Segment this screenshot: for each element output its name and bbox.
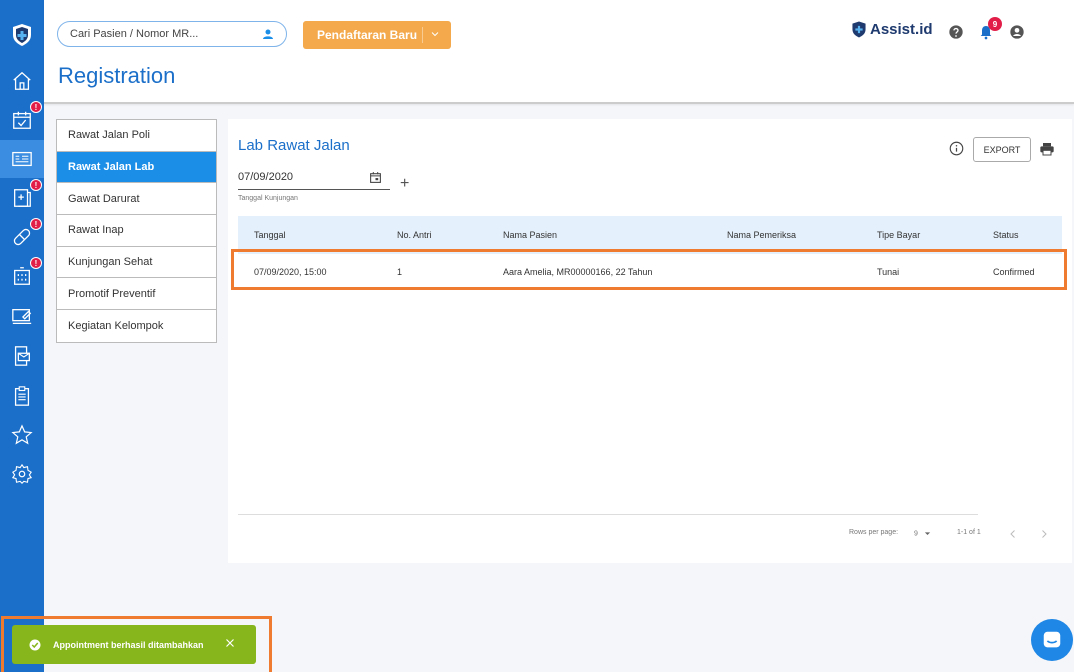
menu-item-kegiatan-kelompok[interactable]: Kegiatan Kelompok [57,310,216,342]
cell-tanggal: 07/09/2020, 15:00 [254,266,327,277]
new-registration-button[interactable]: Pendaftaran Baru [303,21,451,49]
rows-per-page-label: Rows per page: [849,529,899,536]
info-icon[interactable] [949,141,964,156]
registration-type-menu: Rawat Jalan Poli Rawat Jalan Lab Gawat D… [56,119,217,343]
rail-badge: ! [30,257,42,269]
close-icon[interactable] [224,637,236,649]
menu-item-rawat-jalan-lab[interactable]: Rawat Jalan Lab [57,151,216,184]
app-logo[interactable] [0,18,44,52]
panel-title: Lab Rawat Jalan [238,137,350,154]
print-icon[interactable] [1039,141,1055,157]
chevron-right-icon[interactable] [1038,528,1050,540]
rail-monitor[interactable] [0,298,44,336]
rail-badge: ! [30,218,42,230]
visit-date-value: 07/09/2020 [238,171,294,183]
rail-settings[interactable] [0,455,44,493]
table-row[interactable]: 07/09/2020, 15:00 1 Aara Amelia, MR00000… [238,254,1062,289]
rail-home[interactable] [0,62,44,100]
success-toast: Appointment berhasil ditambahkan [12,625,256,664]
caret-down-icon [924,532,930,535]
visits-table: Tanggal No. Antri Nama Pasien Nama Pemer… [238,216,1062,289]
col-status[interactable]: Status [977,216,1062,254]
registration-card-icon [12,151,32,167]
col-tipe-bayar[interactable]: Tipe Bayar [861,216,977,254]
rail-inpatient[interactable]: ! [0,257,44,295]
page-title: Registration [58,63,176,88]
pagination-range: 1-1 of 1 [957,529,981,536]
mail-device-icon [14,346,30,366]
star-icon [11,424,33,445]
pill-icon [13,228,31,246]
chevron-left-icon[interactable] [1007,528,1019,540]
visit-date-input[interactable]: 07/09/2020 [238,171,390,190]
brand-shield-icon [852,21,866,38]
new-registration-label: Pendaftaran Baru [317,28,418,42]
col-nama-pasien[interactable]: Nama Pasien [487,216,711,254]
cell-status: Confirmed [993,266,1035,277]
help-icon[interactable] [948,24,964,40]
calendar-icon[interactable] [369,171,382,184]
clipboard-list-icon [14,386,30,406]
col-no-antri[interactable]: No. Antri [381,216,487,254]
cell-nama-pemeriksa [711,254,861,289]
person-icon [263,29,273,39]
cell-nama-pasien: Aara Amelia, MR00000166, 22 Tahun [503,266,653,277]
rail-medical-records[interactable]: ! [0,179,44,217]
button-divider [422,27,423,43]
rail-pharmacy[interactable]: ! [0,218,44,256]
rail-messages[interactable] [0,337,44,375]
settings-icon [11,463,33,484]
add-date-button[interactable]: + [400,176,409,192]
medical-folder-icon [14,189,31,207]
chevron-down-icon[interactable] [429,28,441,40]
chat-launcher-button[interactable] [1031,619,1073,661]
table-footer-divider [238,514,978,515]
top-bar: Cari Pasien / Nomor MR... Pendaftaran Ba… [44,0,1074,104]
menu-item-kunjungan-sehat[interactable]: Kunjungan Sehat [57,247,216,279]
notification-count-badge: 9 [988,17,1002,31]
shield-logo-icon [13,24,31,46]
brand-name: Assist.id [870,21,933,38]
account-circle-icon[interactable] [1009,24,1025,40]
check-circle-icon [29,639,41,650]
toast-message: Appointment berhasil ditambahkan [53,639,204,650]
col-nama-pemeriksa[interactable]: Nama Pemeriksa [711,216,861,254]
rows-per-page-select[interactable]: 9 [914,529,932,538]
menu-item-gawat-darurat[interactable]: Gawat Darurat [57,183,216,216]
lab-rawat-jalan-panel: Lab Rawat Jalan EXPORT 07/09/2020 Tangga… [228,119,1072,563]
search-placeholder: Cari Pasien / Nomor MR... [70,28,199,40]
table-header-row: Tanggal No. Antri Nama Pasien Nama Pemer… [238,216,1062,254]
rail-appointments[interactable]: ! [0,101,44,139]
home-icon [13,71,31,90]
menu-item-rawat-jalan-poli[interactable]: Rawat Jalan Poli [57,120,216,152]
cell-tipe-bayar: Tunai [877,266,900,277]
monitor-edit-icon [12,309,32,325]
rail-badge: ! [30,101,42,113]
hospital-building-icon [14,267,30,285]
menu-item-rawat-inap[interactable]: Rawat Inap [57,215,216,247]
export-button[interactable]: EXPORT [973,137,1031,162]
rail-badge: ! [30,179,42,191]
rows-per-page-value: 9 [914,530,918,538]
rail-favorites[interactable] [0,416,44,454]
rail-registration[interactable] [0,140,44,178]
col-tanggal[interactable]: Tanggal [238,216,381,254]
calendar-check-icon [13,111,31,129]
cell-no-antri: 1 [397,266,403,277]
chat-icon [1043,631,1061,648]
patient-search-input[interactable]: Cari Pasien / Nomor MR... [57,21,287,47]
rail-clipboard[interactable] [0,377,44,415]
menu-item-promotif-preventif[interactable]: Promotif Preventif [57,278,216,311]
visit-date-helper-text: Tanggal Kunjungan [238,195,298,202]
left-rail: ! ! ! ! [0,0,44,672]
brand-logo: Assist.id [851,20,933,39]
